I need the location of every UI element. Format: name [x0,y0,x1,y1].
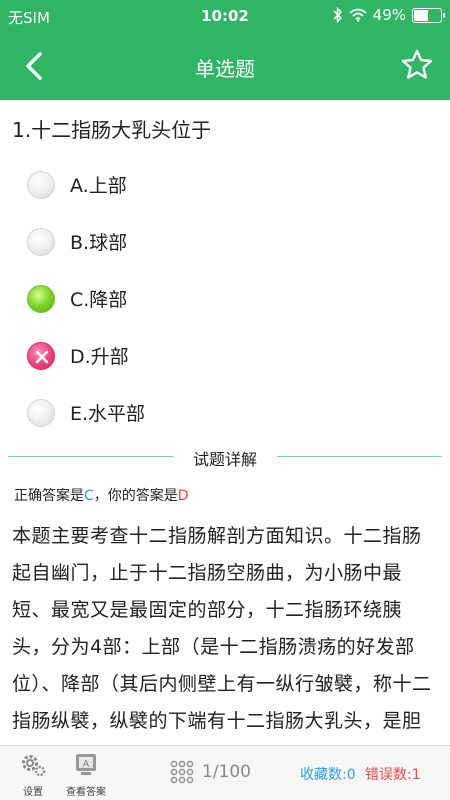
battery-fill [414,9,428,21]
divider-line-right [277,456,442,457]
user-answer: D [177,488,189,504]
option-e[interactable]: E.水平部 [0,384,450,441]
page-title: 单选题 [195,57,255,81]
radio-wrong-icon [27,341,55,370]
progress-text: 1/100 [202,762,251,782]
radio-correct-icon [27,284,55,313]
correct-answer-prefix: 正确答案是 [14,488,84,504]
view-answer-label: 查看答案 [66,787,106,798]
favorites-count[interactable]: 收藏数:0 [300,764,356,784]
detail-section-title: 试题详解 [192,450,257,469]
option-label: A.上部 [70,175,127,197]
answer-card-icon: A [76,754,96,775]
star-outline-icon [401,49,433,79]
correct-answer: C [84,488,94,504]
user-answer-prefix: ，你的答案是 [93,488,178,504]
explanation-text: 本题主要考查十二指肠解剖方面知识。十二指肠起自幽门，止于十二指肠空肠曲，为小肠中… [12,525,432,750]
option-label: B.球部 [70,232,128,254]
radio-unselected-icon [27,398,55,427]
settings-button[interactable]: 设置 [18,752,48,798]
detail-divider: 试题详解 [8,446,442,469]
question-progress[interactable]: 1/100 [170,760,251,784]
wifi-icon [349,8,367,22]
answer-summary: 正确答案是C，你的答案是D [14,485,189,505]
errors-count[interactable]: 错误数:1 [365,764,421,784]
battery-percent: 49% [372,6,406,24]
gear-icon [22,755,46,777]
question-text: 1.十二指肠大乳头位于 [12,118,212,142]
bottom-toolbar: 设置 A 查看答案 1/100 收藏数:0 错误数:1 [0,745,450,800]
option-label: E.水平部 [70,403,146,425]
grid-dots-icon [170,760,194,784]
nav-bar: 单选题 [0,32,450,100]
option-a[interactable]: A.上部 [0,156,450,213]
radio-unselected-icon [27,227,55,256]
settings-label: 设置 [23,787,43,798]
option-c[interactable]: C.降部 [0,270,450,327]
battery-icon [412,7,445,23]
options-list: A.上部 B.球部 C.降部 D.升部 E.水平部 [0,156,450,441]
option-d[interactable]: D.升部 [0,327,450,384]
status-bar: 无SIM 10:02 49% [0,0,450,32]
radio-unselected-icon [27,170,55,199]
status-right: 49% [333,6,445,24]
option-label: D.升部 [70,346,129,368]
option-b[interactable]: B.球部 [0,213,450,270]
cross-icon [35,350,49,363]
favorite-button[interactable] [400,48,434,82]
bluetooth-icon [333,7,342,23]
option-label: C.降部 [70,289,128,311]
svg-text:A: A [83,760,90,770]
view-answer-button[interactable]: A 查看答案 [66,752,106,798]
